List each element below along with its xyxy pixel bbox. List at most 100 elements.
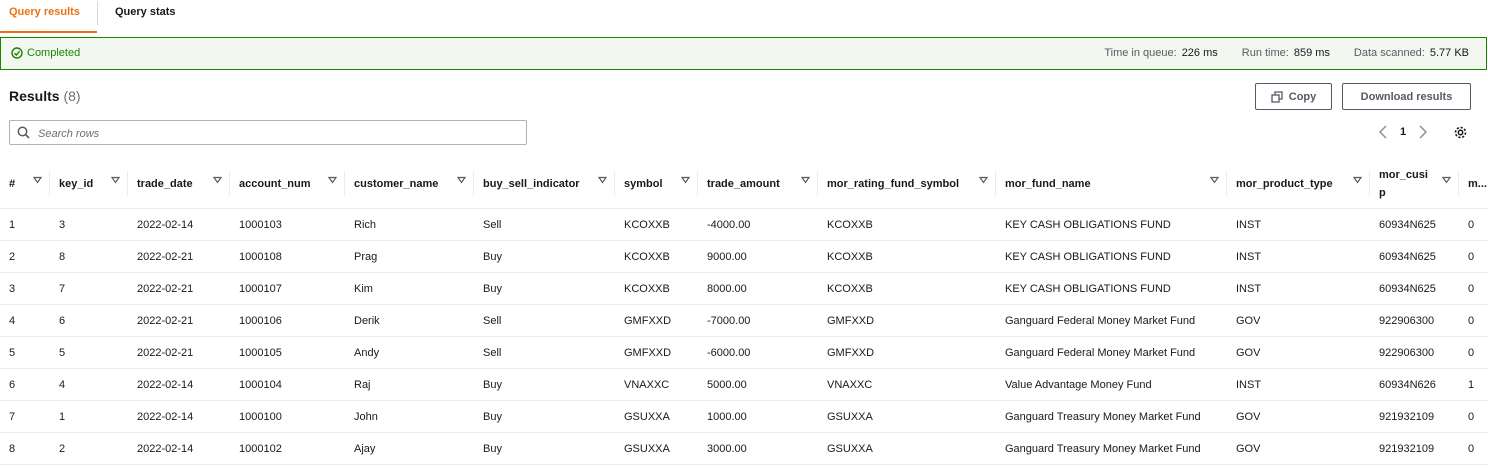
table-cell: 7 — [0, 400, 50, 433]
table-cell: Sell — [474, 208, 615, 241]
status-banner: Completed Time in queue: 226 ms Run time:… — [0, 37, 1487, 70]
table-cell: GMFXXD — [615, 336, 698, 369]
table-header-row: # key_id trade_date account_num customer_nam… — [0, 159, 1488, 209]
tab-bar: Query results Query stats — [0, 0, 1488, 36]
table-cell: Buy — [474, 400, 615, 433]
table-cell: 1000103 — [230, 208, 345, 241]
sort-caret-icon[interactable] — [1353, 176, 1362, 184]
table-row[interactable]: 8 2 2022-02-14 1000102 Ajay Buy GSUXXA 3000.00 G… — [0, 432, 1488, 465]
column-header[interactable]: trade_date — [128, 159, 230, 209]
column-header[interactable]: trade_amount — [698, 159, 818, 209]
queue-time-value: 226 ms — [1181, 47, 1218, 59]
table-cell: 8000.00 — [698, 272, 818, 305]
tab-query-stats[interactable]: Query stats — [115, 0, 176, 35]
table-cell: 1000104 — [230, 368, 345, 401]
column-header[interactable]: mor_cusip — [1370, 159, 1459, 209]
table-cell: 4 — [50, 368, 128, 401]
table-cell: Buy — [474, 368, 615, 401]
column-header[interactable]: account_num — [230, 159, 345, 209]
table-row[interactable]: 7 1 2022-02-14 1000100 John Buy GSUXXA 1000.00 G… — [0, 400, 1488, 433]
table-cell: 5000.00 — [698, 368, 818, 401]
table-cell: Ganguard Federal Money Market Fund — [996, 336, 1227, 369]
column-header[interactable]: m... — [1459, 159, 1488, 209]
table-row[interactable]: 4 6 2022-02-21 1000106 Derik Sell GMFXXD -7000.… — [0, 304, 1488, 337]
table-row[interactable]: 5 5 2022-02-21 1000105 Andy Sell GMFXXD -6000.0… — [0, 336, 1488, 369]
table-cell: -4000.00 — [698, 208, 818, 241]
table-row[interactable]: 6 4 2022-02-14 1000104 Raj Buy VNAXXC 5000.00 VN… — [0, 368, 1488, 401]
sort-caret-icon[interactable] — [33, 176, 42, 184]
table-cell: GOV — [1227, 336, 1370, 369]
table-cell: 6 — [0, 368, 50, 401]
table-cell: 0 — [1459, 432, 1488, 465]
sort-caret-icon[interactable] — [213, 176, 222, 184]
column-header[interactable]: # — [0, 159, 50, 209]
table-cell: 921932109 — [1370, 400, 1459, 433]
table-cell: KCOXXB — [818, 272, 996, 305]
copy-button[interactable]: Copy — [1255, 83, 1332, 110]
table-cell: 5 — [0, 336, 50, 369]
table-cell: 60934N626 — [1370, 368, 1459, 401]
column-header[interactable]: mor_fund_name — [996, 159, 1227, 209]
table-cell: 9000.00 — [698, 240, 818, 273]
table-cell: 2022-02-14 — [128, 208, 230, 241]
sort-caret-icon[interactable] — [979, 176, 988, 184]
table-cell: Prag — [345, 240, 474, 273]
chevron-right-icon[interactable] — [1418, 125, 1428, 139]
column-header-label: buy_sell_indicator — [483, 177, 580, 190]
table-row[interactable]: 1 3 2022-02-14 1000103 Rich Sell KCOXXB -4000.0… — [0, 208, 1488, 241]
download-results-button[interactable]: Download results — [1342, 83, 1471, 110]
column-header-label: customer_name — [354, 177, 439, 190]
tab-query-results[interactable]: Query results — [0, 0, 97, 33]
column-header-label: trade_date — [137, 177, 193, 190]
table-row[interactable]: 2 8 2022-02-21 1000108 Prag Buy KCOXXB 9000.00 K… — [0, 240, 1488, 273]
table-cell: Ganguard Treasury Money Market Fund — [996, 432, 1227, 465]
tab-divider — [97, 1, 98, 25]
sort-caret-icon[interactable] — [1442, 176, 1451, 184]
table-cell: VNAXXC — [818, 368, 996, 401]
table-cell: 0 — [1459, 400, 1488, 433]
table-cell: 2022-02-14 — [128, 432, 230, 465]
table-row[interactable]: 3 7 2022-02-21 1000107 Kim Buy KCOXXB 8000.00 KC… — [0, 272, 1488, 305]
results-count: (8) — [63, 88, 81, 104]
table-cell: GMFXXD — [615, 304, 698, 337]
table-cell: KCOXXB — [615, 272, 698, 305]
sort-caret-icon[interactable] — [111, 176, 120, 184]
sort-caret-icon[interactable] — [457, 176, 466, 184]
search-input[interactable] — [36, 124, 520, 143]
column-header[interactable]: mor_product_type — [1227, 159, 1370, 209]
column-header[interactable]: symbol — [615, 159, 698, 209]
column-header-label: symbol — [624, 177, 663, 190]
table-cell: INST — [1227, 208, 1370, 241]
table-cell: Rich — [345, 208, 474, 241]
sort-caret-icon[interactable] — [801, 176, 810, 184]
table-cell: 5 — [50, 336, 128, 369]
table-cell: INST — [1227, 272, 1370, 305]
data-scanned-label: Data scanned: — [1353, 47, 1425, 59]
query-stats-summary: Time in queue: 226 ms Run time: 859 ms Dat… — [1080, 47, 1469, 59]
page-number[interactable]: 1 — [1400, 126, 1406, 138]
sort-caret-icon[interactable] — [598, 176, 607, 184]
results-title: Results — [9, 88, 60, 104]
table-cell: KEY CASH OBLIGATIONS FUND — [996, 208, 1227, 241]
sort-caret-icon[interactable] — [681, 176, 690, 184]
column-header[interactable]: key_id — [50, 159, 128, 209]
copy-button-label: Copy — [1288, 90, 1317, 103]
table-cell: KCOXXB — [818, 208, 996, 241]
sort-caret-icon[interactable] — [328, 176, 337, 184]
search-rows-field[interactable] — [9, 120, 527, 145]
sort-caret-icon[interactable] — [1210, 176, 1219, 184]
table-cell: Value Advantage Money Fund — [996, 368, 1227, 401]
column-header[interactable]: customer_name — [345, 159, 474, 209]
table-cell: 2022-02-14 — [128, 368, 230, 401]
table-cell: Buy — [474, 432, 615, 465]
settings-gear-icon[interactable] — [1453, 125, 1468, 140]
table-cell: Derik — [345, 304, 474, 337]
copy-icon — [1271, 90, 1283, 103]
column-header[interactable]: buy_sell_indicator — [474, 159, 615, 209]
column-header[interactable]: mor_rating_fund_symbol — [818, 159, 996, 209]
chevron-left-icon[interactable] — [1378, 125, 1388, 139]
table-cell: 2022-02-21 — [128, 240, 230, 273]
table-cell: 922906300 — [1370, 336, 1459, 369]
table-cell: Ganguard Federal Money Market Fund — [996, 304, 1227, 337]
table-cell: John — [345, 400, 474, 433]
